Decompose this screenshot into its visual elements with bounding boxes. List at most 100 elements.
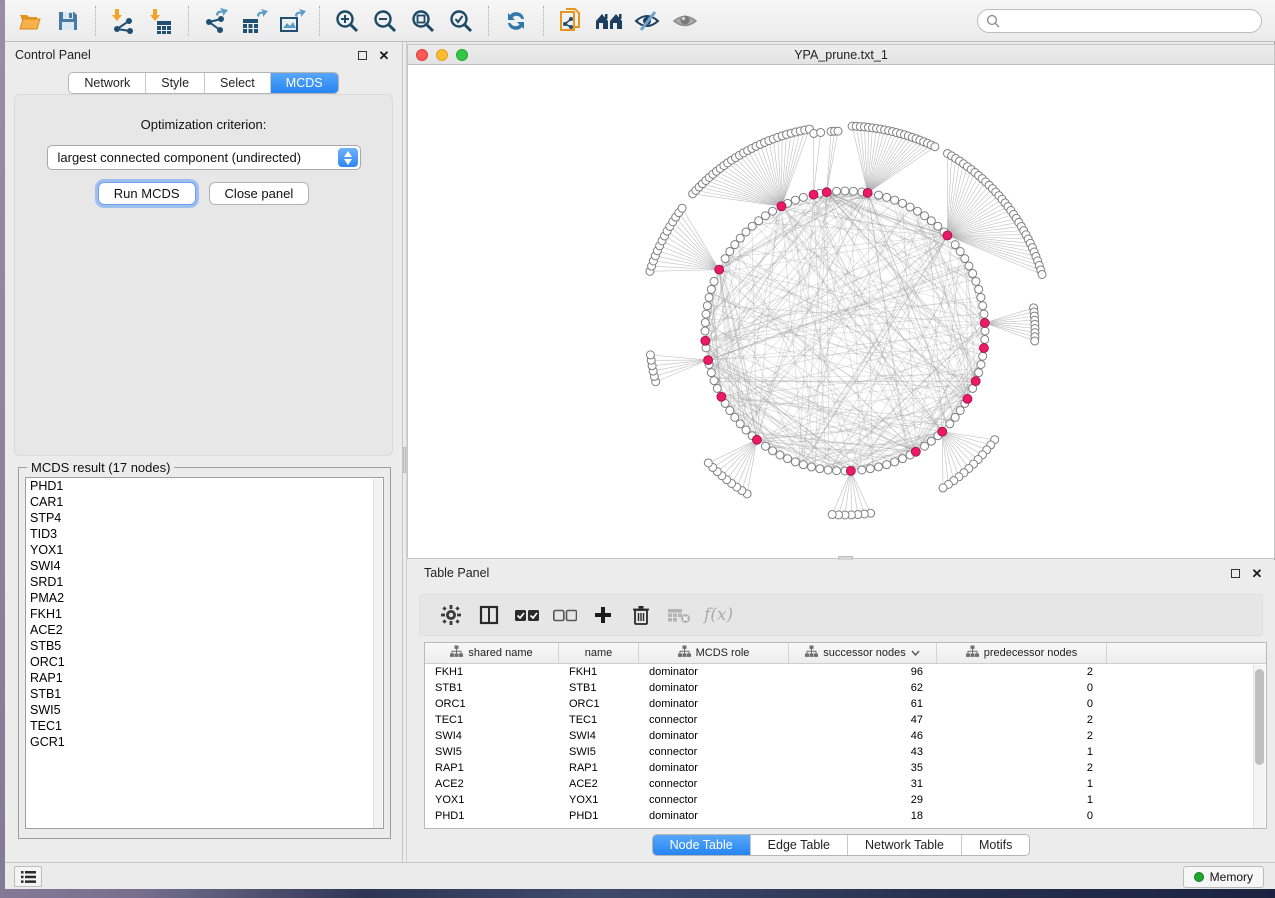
task-history-button[interactable] <box>14 866 42 887</box>
table-row[interactable]: SWI4SWI4dominator462 <box>425 728 1266 744</box>
show-columns-button[interactable] <box>470 598 508 632</box>
show-details-button[interactable] <box>666 3 704 39</box>
table-scrollbar-thumb[interactable] <box>1255 669 1264 765</box>
table-scrollbar[interactable] <box>1253 665 1265 828</box>
column-header-successor-nodes[interactable]: successor nodes <box>789 643 937 663</box>
trash-icon <box>632 605 650 625</box>
column-label: MCDS role <box>696 647 750 659</box>
control-panel-tabs: NetworkStyleSelectMCDS <box>5 72 402 94</box>
delete-column-button[interactable] <box>622 598 660 632</box>
control-panel-title: Control Panel <box>15 48 91 62</box>
mcds-result-item[interactable]: ORC1 <box>26 654 383 670</box>
run-mcds-button[interactable]: Run MCDS <box>98 182 196 205</box>
apply-layout-button[interactable] <box>497 3 535 39</box>
zoom-selected-button[interactable] <box>442 3 480 39</box>
column-header-predecessor-nodes[interactable]: predecessor nodes <box>937 643 1107 663</box>
memory-button[interactable]: Memory <box>1183 866 1264 888</box>
mcds-result-item[interactable]: FKH1 <box>26 606 383 622</box>
import-network-button[interactable] <box>104 3 142 39</box>
table-row[interactable]: STB1STB1dominator620 <box>425 680 1266 696</box>
table-cell: STB1 <box>559 680 639 696</box>
export-table-icon <box>240 7 268 35</box>
save-session-button[interactable] <box>49 3 87 39</box>
zoom-fit-button[interactable] <box>404 3 442 39</box>
mcds-result-item[interactable]: SWI4 <box>26 558 383 574</box>
add-column-button[interactable] <box>584 598 622 632</box>
close-icon: ✕ <box>379 49 390 62</box>
table-row[interactable]: FKH1FKH1dominator962 <box>425 664 1266 680</box>
function-builder-button[interactable]: f(x) <box>704 605 733 625</box>
close-table-panel-button[interactable]: ✕ <box>1249 565 1265 581</box>
column-header-MCDS-role[interactable]: MCDS role <box>639 643 789 663</box>
network-canvas[interactable] <box>407 65 1275 559</box>
delete-table-button[interactable] <box>660 598 698 632</box>
float-panel-button[interactable] <box>354 47 370 63</box>
mcds-result-item[interactable]: SRD1 <box>26 574 383 590</box>
tab-mcds[interactable]: MCDS <box>270 73 338 93</box>
tab-edge-table[interactable]: Edge Table <box>750 835 847 855</box>
table-cell: YOX1 <box>425 792 559 808</box>
result-list-scrollbar[interactable] <box>373 479 382 829</box>
mcds-result-list[interactable]: PHD1CAR1STP4TID3YOX1SWI4SRD1PMA2FKH1ACE2… <box>25 477 384 829</box>
mcds-result-item[interactable]: PHD1 <box>26 478 383 494</box>
tab-node-table[interactable]: Node Table <box>653 835 750 855</box>
table-row[interactable]: RAP1RAP1dominator352 <box>425 760 1266 776</box>
tab-style[interactable]: Style <box>145 73 204 93</box>
mcds-result-item[interactable]: RAP1 <box>26 670 383 686</box>
column-header-name[interactable]: name <box>559 643 639 663</box>
control-panel: Control Panel ✕ NetworkStyleSelectMCDS O… <box>5 42 402 862</box>
close-panel-button[interactable]: ✕ <box>376 47 392 63</box>
mcds-result-item[interactable]: STB1 <box>26 686 383 702</box>
deselect-all-button[interactable] <box>546 598 584 632</box>
table-panel-tabs: Node TableEdge TableNetwork TableMotifs <box>407 834 1275 856</box>
table-settings-button[interactable] <box>432 598 470 632</box>
mcds-result-item[interactable]: YOX1 <box>26 542 383 558</box>
mcds-result-item[interactable]: ACE2 <box>26 622 383 638</box>
column-header-shared-name[interactable]: shared name <box>425 643 559 663</box>
export-network-button[interactable] <box>197 3 235 39</box>
zoom-fit-icon <box>410 8 436 34</box>
search-input[interactable] <box>977 9 1262 33</box>
mcds-result-item[interactable]: TID3 <box>26 526 383 542</box>
mcds-result-item[interactable]: CAR1 <box>26 494 383 510</box>
table-cell: 1 <box>937 792 1107 808</box>
import-table-button[interactable] <box>142 3 180 39</box>
hide-details-button[interactable] <box>628 3 666 39</box>
mcds-result-item[interactable]: GCR1 <box>26 734 383 750</box>
mcds-result-item[interactable]: STP4 <box>26 510 383 526</box>
table-row[interactable]: YOX1YOX1connector291 <box>425 792 1266 808</box>
mcds-result-item[interactable]: STB5 <box>26 638 383 654</box>
tab-select[interactable]: Select <box>204 73 270 93</box>
mcds-result-item[interactable]: PMA2 <box>26 590 383 606</box>
close-panel-button-secondary[interactable]: Close panel <box>209 182 310 205</box>
export-table-button[interactable] <box>235 3 273 39</box>
table-cell: 46 <box>789 728 937 744</box>
delete-table-icon <box>667 606 691 624</box>
select-all-button[interactable] <box>508 598 546 632</box>
share-network-button[interactable] <box>552 3 590 39</box>
mcds-result-item[interactable]: SWI5 <box>26 702 383 718</box>
mcds-tab-content: Optimization criterion: largest connecte… <box>14 94 393 456</box>
open-session-button[interactable] <box>11 3 49 39</box>
zoom-out-button[interactable] <box>366 3 404 39</box>
table-row[interactable]: PHD1PHD1dominator180 <box>425 808 1266 824</box>
toolbar-separator <box>188 6 189 36</box>
table-row[interactable]: ORC1ORC1dominator610 <box>425 696 1266 712</box>
table-row[interactable]: TEC1TEC1connector472 <box>425 712 1266 728</box>
table-row[interactable]: ACE2ACE2connector311 <box>425 776 1266 792</box>
tab-network[interactable]: Network <box>69 73 145 93</box>
table-row[interactable]: SWI5SWI5connector431 <box>425 744 1266 760</box>
criterion-dropdown[interactable]: largest connected component (undirected) <box>47 145 361 170</box>
zoom-in-button[interactable] <box>328 3 366 39</box>
mcds-result-item[interactable]: TEC1 <box>26 718 383 734</box>
tab-motifs[interactable]: Motifs <box>961 835 1029 855</box>
splitter-grip[interactable] <box>403 447 406 473</box>
houses-icon <box>594 9 624 33</box>
export-image-button[interactable] <box>273 3 311 39</box>
search-field-container <box>977 9 1262 33</box>
float-table-panel-button[interactable] <box>1227 565 1243 581</box>
neighbors-button[interactable] <box>590 3 628 39</box>
tab-network-table[interactable]: Network Table <box>847 835 961 855</box>
column-label: successor nodes <box>823 647 906 659</box>
refresh-layout-icon <box>503 8 529 34</box>
